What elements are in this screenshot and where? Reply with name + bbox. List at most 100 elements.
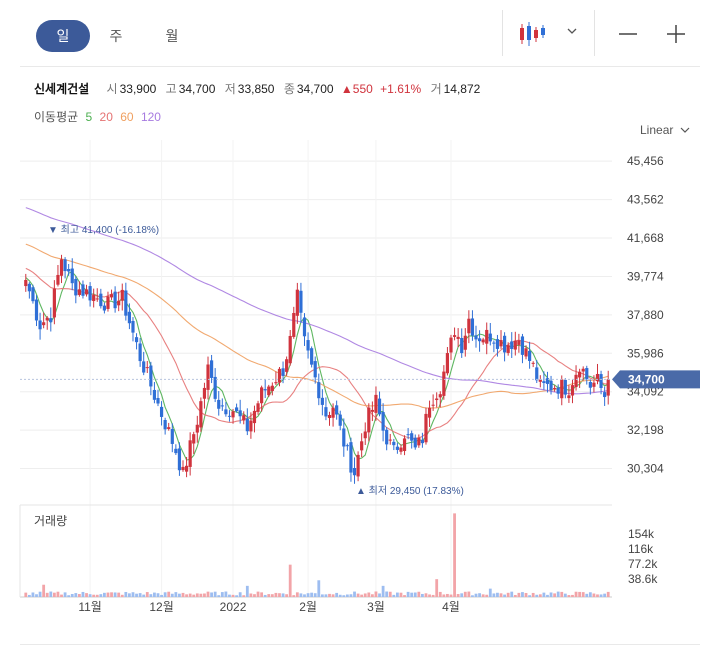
bottom-divider-line — [20, 644, 700, 645]
volume-bar — [553, 593, 557, 597]
candle-body — [92, 295, 96, 302]
volume-bar — [206, 591, 210, 597]
volume-bar — [428, 594, 431, 597]
volume-bar — [481, 594, 485, 597]
y-tick-label: 37,880 — [627, 308, 664, 322]
candle-body — [603, 392, 607, 398]
candle-body — [445, 353, 450, 374]
volume-bar — [278, 593, 281, 597]
volume-bar — [524, 592, 528, 597]
volume-bar — [492, 593, 496, 597]
candle-body — [163, 419, 167, 430]
volume-bar — [163, 592, 167, 597]
price-chart[interactable]: 45,45643,56241,66839,77437,88035,98634,0… — [0, 0, 715, 658]
volume-bar — [567, 595, 571, 597]
volume-bar — [360, 594, 364, 597]
x-tick-label: 3월 — [367, 600, 385, 614]
volume-bar — [81, 591, 85, 597]
candle-body — [485, 329, 489, 344]
volume-bar — [274, 592, 278, 597]
volume-bar — [213, 591, 217, 597]
candle-body — [242, 415, 246, 421]
volume-bar — [521, 592, 524, 597]
candle-body — [513, 340, 517, 350]
candle-body — [320, 397, 324, 405]
volume-bar — [606, 591, 610, 597]
candle-body — [524, 348, 528, 357]
volume-bar — [496, 592, 499, 597]
candle-body — [277, 368, 282, 383]
candle-body — [474, 335, 478, 340]
volume-bar — [99, 594, 103, 597]
x-tick-label: 4월 — [442, 600, 460, 614]
candle-body — [492, 342, 496, 344]
volume-bar — [235, 595, 239, 597]
candle-body — [174, 448, 178, 454]
candle-body — [506, 345, 510, 353]
volume-bar — [531, 592, 535, 597]
volume-bar — [160, 594, 163, 597]
candle-body — [134, 337, 139, 343]
y-tick-label: 45,456 — [627, 154, 664, 168]
volume-tick-label: 77.2k — [628, 557, 658, 571]
volume-bar — [528, 595, 532, 597]
volume-bar — [456, 594, 460, 597]
candle-body — [263, 389, 267, 391]
moving-average-line-60 — [25, 243, 609, 409]
candle-body — [570, 385, 575, 396]
volume-bar — [224, 591, 228, 597]
volume-bar — [571, 594, 574, 597]
candle-body — [549, 380, 553, 391]
volume-bar — [242, 595, 246, 597]
candle-body — [238, 410, 242, 417]
volume-bar — [574, 591, 578, 597]
candle-body — [417, 437, 421, 446]
volume-bar — [488, 588, 492, 597]
volume-bar — [310, 592, 314, 597]
candle-body — [192, 434, 196, 444]
candle-body — [52, 288, 56, 318]
volume-bar — [95, 594, 99, 597]
volume-bar — [353, 591, 356, 597]
candle-body — [456, 336, 460, 339]
candle-body — [127, 311, 132, 324]
volume-bar — [385, 591, 389, 597]
volume-bar — [588, 592, 592, 597]
candle-body — [42, 322, 46, 326]
volume-bar — [192, 594, 196, 597]
candle-body — [460, 337, 464, 354]
candle-body — [595, 373, 600, 382]
candle-body — [338, 414, 342, 426]
candle-body — [177, 448, 182, 471]
x-tick-label: 2월 — [299, 600, 317, 614]
volume-bar — [506, 592, 510, 597]
volume-bar — [188, 593, 192, 597]
volume-bar — [542, 592, 546, 597]
volume-bar — [156, 593, 160, 597]
volume-bar — [374, 591, 378, 597]
candle-body — [467, 318, 471, 334]
volume-bar — [42, 584, 46, 597]
volume-bar — [328, 593, 331, 597]
candle-body — [184, 465, 189, 472]
candle-body — [109, 294, 114, 298]
candle-body — [363, 431, 367, 439]
candle-body — [438, 394, 442, 398]
volume-bar — [510, 591, 514, 597]
volume-bar — [67, 595, 71, 597]
candle-body — [156, 398, 160, 404]
candle-body — [227, 415, 232, 417]
candle-body — [145, 367, 149, 369]
candle-body — [302, 317, 307, 337]
candle-body — [27, 283, 31, 292]
volume-bar — [124, 591, 128, 597]
volume-bar — [424, 593, 428, 597]
candle-body — [34, 299, 39, 321]
candle-body — [113, 291, 117, 309]
volume-bar — [517, 592, 521, 597]
volume-bar — [581, 592, 585, 597]
volume-bar — [270, 594, 274, 597]
min-price-annotation: ▲ 최저 29,450 (17.83%) — [356, 485, 464, 497]
volume-tick-label: 116k — [628, 542, 654, 556]
candle-body — [299, 290, 303, 313]
